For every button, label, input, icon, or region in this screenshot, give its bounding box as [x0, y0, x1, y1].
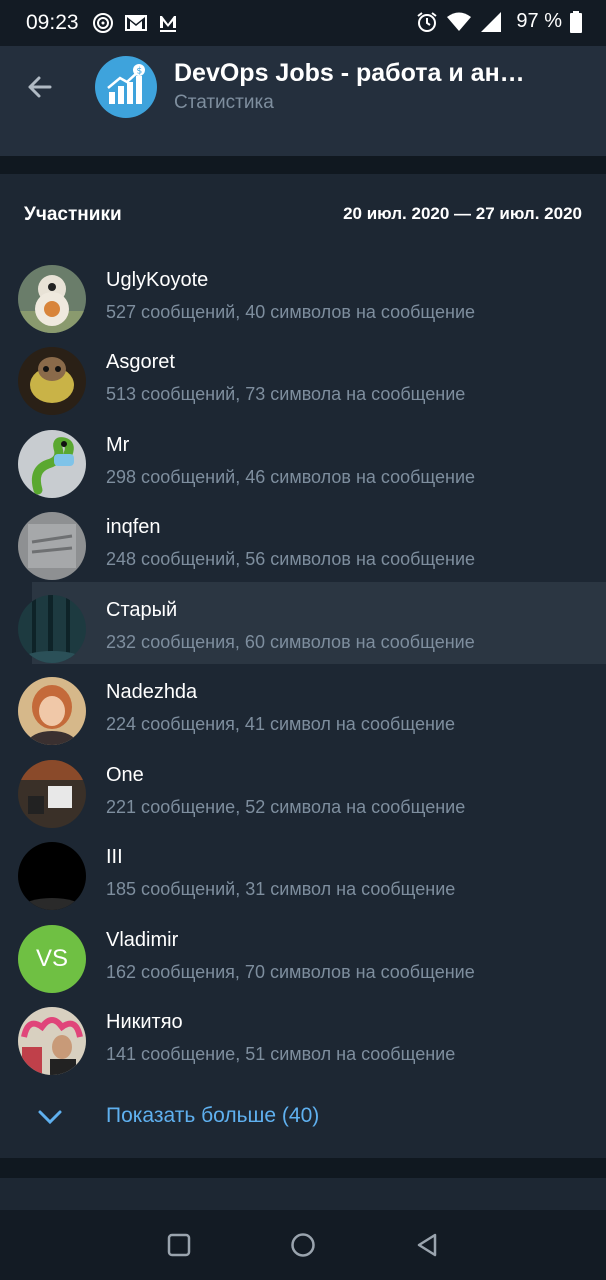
avatar: [18, 347, 86, 415]
member-row[interactable]: III 185 сообщений, 31 символ на сообщени…: [0, 835, 606, 917]
member-row[interactable]: Asgoret 513 сообщений, 73 символа на соо…: [0, 340, 606, 422]
member-name: Старый: [106, 599, 178, 621]
member-row[interactable]: Старый 232 сообщения, 60 символов на соо…: [0, 588, 606, 670]
channel-title: DevOps Jobs - работа и ан…: [174, 59, 525, 87]
member-stats: 185 сообщений, 31 символ на сообщение: [106, 879, 456, 899]
avatar: [18, 512, 86, 580]
member-stats: 527 сообщений, 40 символов на сообщение: [106, 302, 476, 322]
home-button[interactable]: [290, 1232, 316, 1258]
member-stats: 141 сообщение, 51 символ на сообщение: [106, 1044, 456, 1064]
status-time: 09:23: [26, 11, 79, 34]
back-nav-button[interactable]: [414, 1232, 440, 1258]
system-nav-bar: [0, 1210, 606, 1280]
triangle-back-icon: [417, 1233, 437, 1257]
member-stats: 162 сообщения, 70 символов на сообщение: [106, 962, 475, 982]
section-divider: [0, 156, 606, 174]
wifi-icon: [447, 12, 472, 31]
member-row[interactable]: inqfen 248 сообщений, 56 символов на соо…: [0, 505, 606, 587]
chevron-down-icon: [38, 1110, 62, 1125]
back-button[interactable]: [22, 70, 58, 104]
member-stats: 248 сообщений, 56 символов на сообщение: [106, 549, 476, 569]
battery-icon: [570, 10, 582, 33]
next-card: [0, 1178, 606, 1210]
avatar: [18, 430, 86, 498]
avatar: [18, 595, 86, 663]
channel-avatar[interactable]: $: [95, 56, 157, 118]
member-stats: 221 сообщение, 52 символа на сообщение: [106, 797, 466, 817]
avatar: [18, 1007, 86, 1075]
app-notification-icon: [160, 16, 176, 32]
member-row[interactable]: VS Vladimir 162 сообщения, 70 символов н…: [0, 918, 606, 1000]
member-name: Никитяо: [106, 1011, 183, 1033]
avatar: [18, 842, 86, 910]
recents-button[interactable]: [166, 1232, 192, 1258]
member-row[interactable]: UglyKoyote 527 сообщений, 40 символов на…: [0, 258, 606, 340]
member-name: III: [106, 846, 123, 868]
member-name: One: [106, 764, 144, 786]
members-title: Участники: [24, 204, 122, 225]
member-name: UglyKoyote: [106, 269, 209, 291]
avatar-initials-text: VS: [35, 945, 68, 972]
member-stats: 224 сообщения, 41 символ на сообщение: [106, 714, 455, 734]
svg-text:$: $: [137, 67, 143, 77]
circle-icon: [291, 1233, 315, 1257]
member-name: Mr: [106, 434, 130, 456]
member-row[interactable]: Mr 298 сообщений, 46 символов на сообщен…: [0, 423, 606, 505]
member-stats: 232 сообщения, 60 символов на сообщение: [106, 632, 475, 652]
member-name: Vladimir: [106, 929, 179, 951]
status-bar: 09:23 97 %: [0, 0, 606, 46]
signal-icon: [481, 11, 502, 32]
avatar: [18, 265, 86, 333]
battery-percent: 97 %: [516, 10, 562, 32]
avatar-initials: VS: [18, 925, 86, 993]
section-divider: [0, 1158, 606, 1178]
chart-growth-icon: $: [107, 64, 145, 104]
avatar: [18, 677, 86, 745]
app-bar: $ DevOps Jobs - работа и ан… Статистика: [0, 46, 606, 156]
avatar: [18, 760, 86, 828]
member-row[interactable]: Никитяо 141 сообщение, 51 символ на сооб…: [0, 1000, 606, 1082]
show-more-label: Показать больше (40): [106, 1104, 320, 1127]
show-more-button[interactable]: Показать больше (40): [0, 1094, 606, 1144]
spiral-notification-icon: [93, 13, 113, 33]
page-subtitle: Статистика: [174, 92, 274, 113]
square-icon: [167, 1233, 191, 1257]
member-row[interactable]: One 221 сообщение, 52 символа на сообщен…: [0, 753, 606, 835]
alarm-icon: [417, 11, 438, 32]
member-stats: 513 сообщений, 73 символа на сообщение: [106, 384, 466, 404]
member-row[interactable]: Nadezhda 224 сообщения, 41 символ на соо…: [0, 670, 606, 752]
date-range: 20 июл. 2020 — 27 июл. 2020: [343, 204, 582, 223]
gmail-icon: [125, 15, 147, 31]
member-stats: 298 сообщений, 46 символов на сообщение: [106, 467, 476, 487]
members-card: Участники 20 июл. 2020 — 27 июл. 2020 Ug…: [0, 174, 606, 1158]
member-name: Nadezhda: [106, 681, 198, 703]
member-name: Asgoret: [106, 351, 175, 373]
arrow-left-icon: [28, 76, 52, 98]
member-name: inqfen: [106, 516, 161, 538]
